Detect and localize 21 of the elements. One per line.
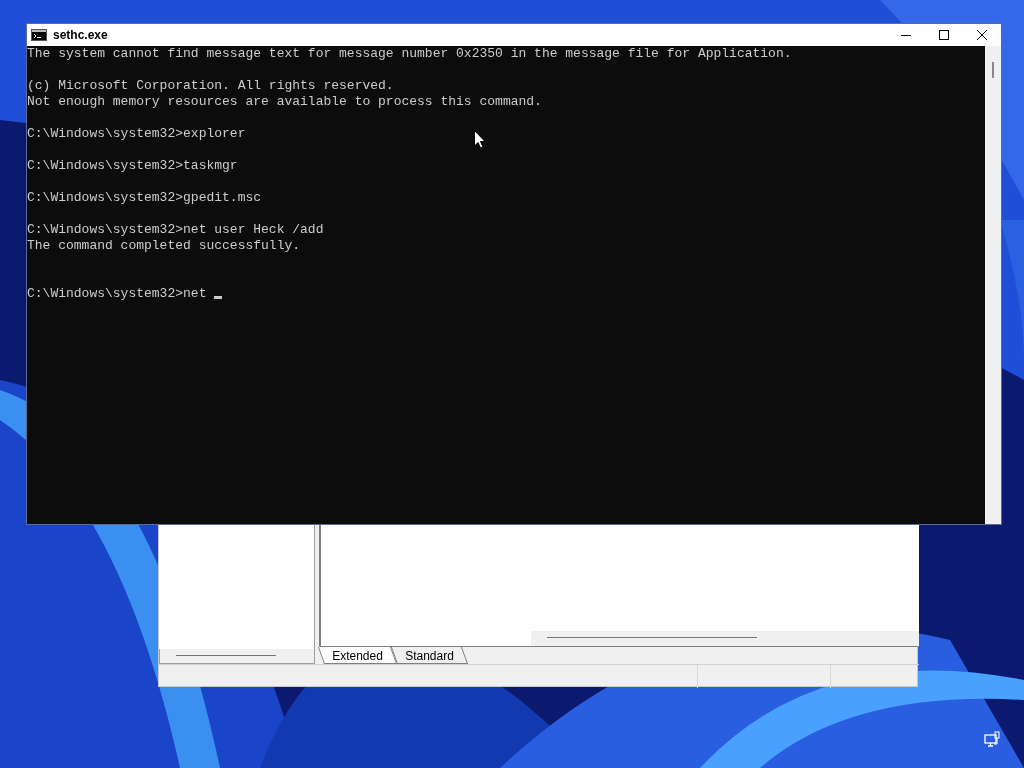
- horizontal-scrollbar[interactable]: [531, 631, 919, 646]
- console-text: C:\Windows\system32>taskmgr: [27, 158, 238, 173]
- command-prompt: C:\Windows\system32>net: [27, 286, 208, 301]
- window-title: sethc.exe: [53, 27, 109, 44]
- scroll-thumb[interactable]: [992, 62, 994, 78]
- console-text: C:\Windows\system32>net user Heck /add: [27, 222, 324, 237]
- console-text: (c) Microsoft Corporation. All rights reserved.: [27, 78, 394, 93]
- console-text: C:\Windows\system32>explorer: [27, 126, 246, 141]
- maximize-icon: [939, 30, 949, 40]
- console-text: The system cannot find message text for message number 0x2350 in the message file for Application.: [27, 46, 792, 61]
- horizontal-scrollbar[interactable]: [159, 649, 315, 664]
- close-icon: [977, 30, 987, 40]
- console-icon: [31, 29, 47, 41]
- tab[interactable]: Standard: [390, 647, 468, 664]
- network-icon[interactable]: [984, 731, 1001, 748]
- console-text: C:\Windows\system32>gpedit.msc: [27, 190, 262, 205]
- vertical-scrollbar[interactable]: [985, 46, 1001, 524]
- console-text: Not enough memory resources are available to process this command.: [27, 94, 542, 109]
- mouse-pointer-icon: [474, 130, 486, 149]
- console-text: The command completed successfully.: [27, 238, 301, 253]
- tab[interactable]: Extended: [317, 647, 397, 664]
